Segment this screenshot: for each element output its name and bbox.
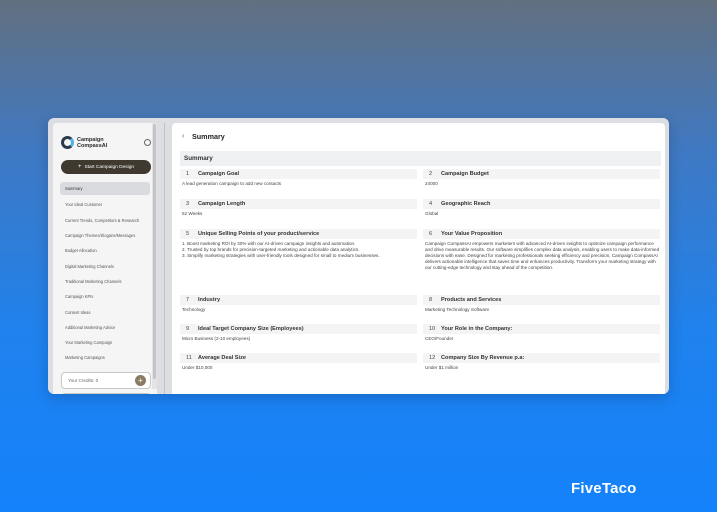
card-header: 7 Industry xyxy=(180,295,417,305)
card-header: 2 Campaign Budget xyxy=(423,169,660,179)
card-header: 8 Products and Services xyxy=(423,295,660,305)
card-value: Technology xyxy=(182,307,206,312)
card-title: Unique Selling Points of your product/se… xyxy=(198,231,320,237)
sidebar-nav: Summary Your Ideal Customer Current Tren… xyxy=(53,182,157,366)
card-number: 7 xyxy=(186,297,190,303)
credits-label: Your Credits: 0 xyxy=(68,378,99,383)
logo[interactable]: Campaign CompassAI xyxy=(61,136,107,149)
card-title: Campaign Goal xyxy=(198,171,240,177)
card-title: Products and Services xyxy=(441,297,502,303)
card-number: 11 xyxy=(186,355,192,361)
plus-icon: + xyxy=(77,164,82,170)
settings-icon[interactable] xyxy=(144,139,151,146)
credits-box: Your Credits: 0 + xyxy=(61,372,151,389)
card-value: Under $1 million xyxy=(425,365,459,370)
card-title: Average Deal Size xyxy=(198,355,246,361)
card-value: Under $10,000 xyxy=(182,365,213,370)
card-title: Ideal Target Company Size (Employees) xyxy=(198,326,304,332)
card-geographic-reach: 4 Geographic Reach Global xyxy=(423,199,660,217)
card-value: 52 Weeks xyxy=(182,211,203,216)
user-box[interactable] xyxy=(61,393,151,394)
card-number: 3 xyxy=(186,201,190,207)
card-value: Campaign CompassAI empowers marketers wi… xyxy=(425,241,660,271)
sidebar-item-ideal-customer[interactable]: Your Ideal Customer xyxy=(53,197,157,212)
card-value: Marketing Technology Software xyxy=(425,307,490,312)
sidebar-item-content-ideas[interactable]: Content Ideas xyxy=(53,304,157,319)
main-panel: ‹ Summary Summary 1 Campaign Goal A lead … xyxy=(172,123,665,394)
card-title: Your Value Proposition xyxy=(441,231,503,237)
card-value: 1. Boost marketing ROI by 30% with our A… xyxy=(182,241,380,259)
card-campaign-budget: 2 Campaign Budget 24000 xyxy=(423,169,660,187)
card-value-proposition: 6 Your Value Proposition Campaign Compass… xyxy=(423,229,660,271)
back-icon[interactable]: ‹ xyxy=(182,133,184,140)
sidebar-item-summary[interactable]: Summary xyxy=(60,182,150,195)
sidebar-item-your-campaign[interactable]: Your Marketing Campaign xyxy=(53,335,157,350)
card-products-services: 8 Products and Services Marketing Technol… xyxy=(423,295,660,313)
logo-text: Campaign CompassAI xyxy=(77,137,107,149)
card-number: 5 xyxy=(186,231,190,237)
sidebar-item-digital-channels[interactable]: Digital Marketing Channels xyxy=(53,258,157,273)
sidebar-item-campaigns[interactable]: Marketing Campaigns xyxy=(53,350,157,365)
card-number: 6 xyxy=(429,231,433,237)
sidebar-item-kpis[interactable]: Campaign KPIs xyxy=(53,289,157,304)
card-number: 10 xyxy=(429,326,436,332)
divider xyxy=(164,123,165,394)
card-title: Campaign Length xyxy=(198,201,246,207)
card-campaign-goal: 1 Campaign Goal A lead generation campaig… xyxy=(180,169,417,187)
start-campaign-button[interactable]: + Start Campaign Design xyxy=(61,160,151,174)
card-header: 6 Your Value Proposition xyxy=(423,229,660,239)
card-industry: 7 Industry Technology xyxy=(180,295,417,313)
card-unique-selling-points: 5 Unique Selling Points of your product/s… xyxy=(180,229,417,259)
page-title: Summary xyxy=(192,132,225,141)
logo-line-1: Campaign xyxy=(77,136,104,143)
brand-logo: FiveTaco xyxy=(571,480,637,497)
sidebar: Campaign CompassAI + Start Campaign Desi… xyxy=(53,123,157,394)
card-value: A lead generation campaign to add new co… xyxy=(182,181,282,186)
card-header: 5 Unique Selling Points of your product/s… xyxy=(180,229,417,239)
sidebar-item-themes[interactable]: Campaign Themes/Slogans/Messages xyxy=(53,228,157,243)
sidebar-item-advice[interactable]: Additional Marketing Advice xyxy=(53,320,157,335)
app-window: Campaign CompassAI + Start Campaign Desi… xyxy=(48,118,669,394)
sidebar-item-trends[interactable]: Current Trends, Competitors & Research xyxy=(53,213,157,228)
compass-logo-icon xyxy=(61,136,74,149)
card-your-role: 10 Your Role in the Company: CEO/Founder xyxy=(423,324,660,342)
start-campaign-label: Start Campaign Design xyxy=(84,164,135,170)
logo-line-2: CompassAI xyxy=(77,142,108,149)
card-number: 1 xyxy=(186,171,190,177)
card-campaign-length: 3 Campaign Length 52 Weeks xyxy=(180,199,417,217)
card-header: 12 Company Size By Revenue p.a: xyxy=(423,353,660,363)
add-credits-button[interactable]: + xyxy=(135,375,146,386)
card-header: 9 Ideal Target Company Size (Employees) xyxy=(180,324,417,334)
card-header: 11 Average Deal Size xyxy=(180,353,417,363)
card-title: Geographic Reach xyxy=(441,201,491,207)
sidebar-item-traditional-channels[interactable]: Traditional Marketing Channels xyxy=(53,274,157,289)
card-value: Micro Business (2-10 employees) xyxy=(182,336,251,341)
card-header: 1 Campaign Goal xyxy=(180,169,417,179)
card-average-deal-size: 11 Average Deal Size Under $10,000 xyxy=(180,353,417,371)
card-number: 2 xyxy=(429,171,433,177)
sidebar-item-budget[interactable]: Budget Allocation xyxy=(53,243,157,258)
card-title: Your Role in the Company: xyxy=(441,326,513,332)
section-title: Summary xyxy=(180,151,661,166)
card-company-revenue: 12 Company Size By Revenue p.a: Under $1 … xyxy=(423,353,660,371)
card-target-company-size: 9 Ideal Target Company Size (Employees) M… xyxy=(180,324,417,342)
card-title: Company Size By Revenue p.a: xyxy=(441,355,525,361)
card-number: 9 xyxy=(186,326,190,332)
card-header: 4 Geographic Reach xyxy=(423,199,660,209)
card-number: 4 xyxy=(429,201,433,207)
sidebar-scrollbar-thumb[interactable] xyxy=(153,124,156,379)
card-title: Campaign Budget xyxy=(441,171,489,177)
card-value: Global xyxy=(425,211,439,216)
card-header: 3 Campaign Length xyxy=(180,199,417,209)
card-title: Industry xyxy=(198,297,221,303)
card-number: 8 xyxy=(429,297,433,303)
card-number: 12 xyxy=(429,355,436,361)
card-value: 24000 xyxy=(425,181,438,186)
card-header: 10 Your Role in the Company: xyxy=(423,324,660,334)
card-value: CEO/Founder xyxy=(425,336,454,341)
